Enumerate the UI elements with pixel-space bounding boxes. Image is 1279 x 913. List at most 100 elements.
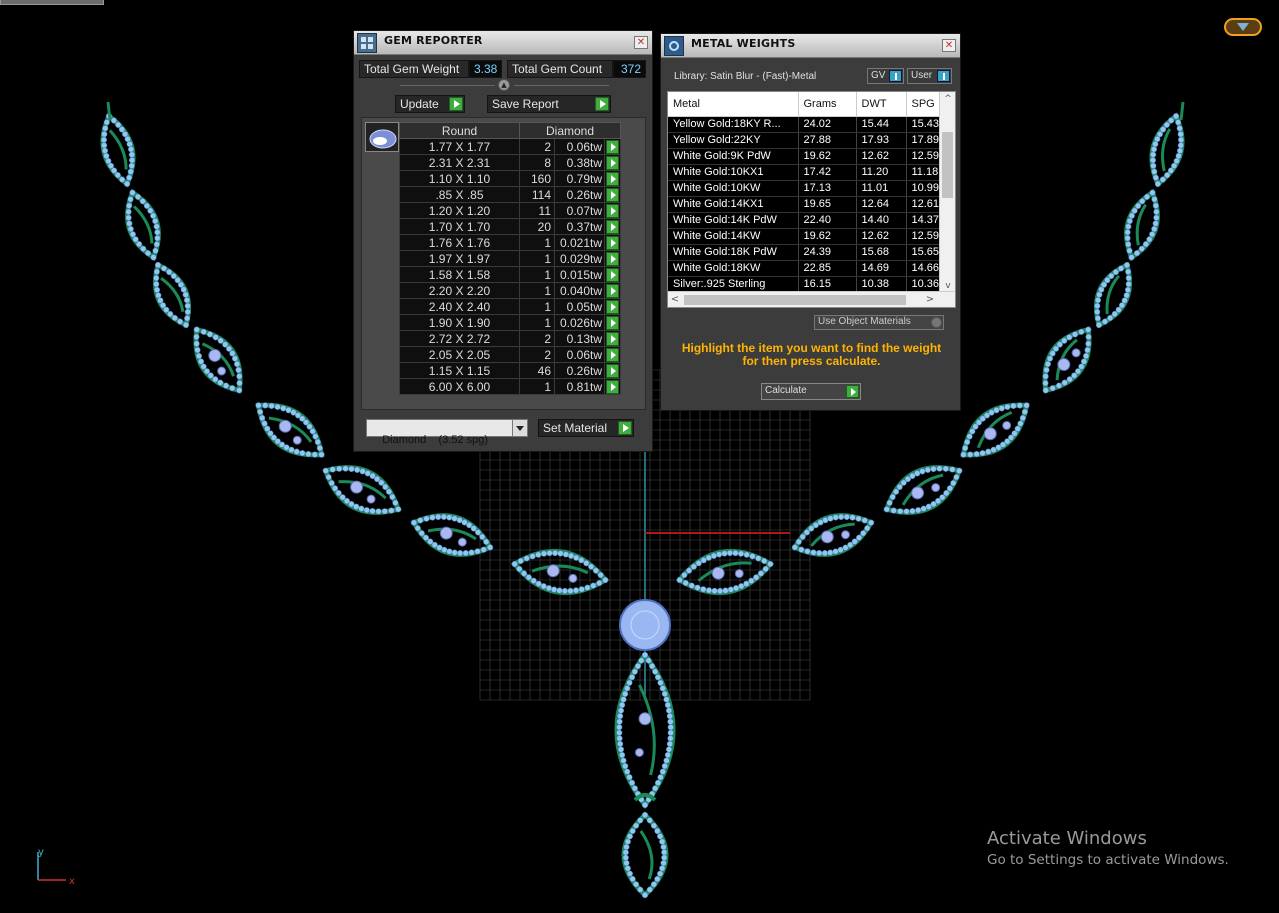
metal-grams: 24.02: [798, 116, 857, 133]
metal-name: White Gold:14KX1: [668, 196, 799, 213]
gem-row[interactable]: 2.72 X 2.72 2 0.13tw: [399, 330, 621, 347]
necklace-link: [675, 549, 775, 595]
top-left-tab[interactable]: [0, 0, 104, 5]
gem-row[interactable]: 1.97 X 1.97 1 0.029tw: [399, 250, 621, 267]
user-toggle[interactable]: User: [907, 68, 952, 84]
chevron-down-icon[interactable]: [512, 420, 527, 436]
total-gem-weight-row: Total Gem Weight 3.38: [359, 60, 502, 78]
column-header-spg[interactable]: SPG: [906, 92, 941, 117]
scroll-right-icon[interactable]: >: [923, 292, 937, 307]
round-gem-thumbnail-icon[interactable]: [365, 122, 399, 152]
metal-dwt: 12.62: [856, 148, 907, 165]
metal-weights-titlebar[interactable]: METAL WEIGHTS ✕: [661, 34, 960, 58]
update-button[interactable]: Update: [395, 95, 465, 113]
metal-row[interactable]: White Gold:14K PdW 22.40 14.40 14.37: [668, 212, 941, 229]
scrollbar-thumb[interactable]: [684, 295, 906, 305]
gem-row[interactable]: 1.70 X 1.70 20 0.37tw: [399, 218, 621, 235]
column-header-metal[interactable]: Metal: [668, 92, 799, 117]
scrollbar-thumb[interactable]: [942, 132, 953, 198]
gem-count: 2: [519, 330, 555, 347]
gv-toggle[interactable]: GV: [867, 68, 904, 84]
collapse-toggle-icon[interactable]: ▲: [498, 79, 510, 91]
scroll-left-icon[interactable]: <: [668, 292, 682, 307]
metal-spg: 10.99: [906, 180, 941, 197]
gem-count: 114: [519, 186, 555, 203]
material-select[interactable]: Diamond (3.52 spg): [366, 419, 528, 446]
gem-reporter-app-icon: [357, 33, 377, 53]
select-row-button[interactable]: [604, 218, 621, 235]
gem-row[interactable]: 1.15 X 1.15 46 0.26tw: [399, 362, 621, 379]
gem-size: 1.70 X 1.70: [399, 218, 520, 235]
gem-row[interactable]: .85 X .85 114 0.26tw: [399, 186, 621, 203]
metal-name: White Gold:18K PdW: [668, 244, 799, 261]
metal-row[interactable]: White Gold:9K PdW 19.62 12.62 12.59: [668, 148, 941, 165]
gem-weight: 0.26tw: [554, 362, 605, 379]
necklace-link: [1149, 112, 1185, 188]
select-row-button[interactable]: [604, 154, 621, 171]
select-row-button[interactable]: [604, 186, 621, 203]
select-row-button[interactable]: [604, 250, 621, 267]
metal-list[interactable]: Metal Grams DWT SPG Yellow Gold:18KY R..…: [667, 91, 956, 308]
select-row-button[interactable]: [604, 346, 621, 363]
metal-row[interactable]: White Gold:14KX1 19.65 12.64 12.61: [668, 196, 941, 213]
vertical-scrollbar[interactable]: ^ v: [939, 92, 955, 293]
gem-row[interactable]: 1.10 X 1.10 160 0.79tw: [399, 170, 621, 187]
select-row-button[interactable]: [604, 234, 621, 251]
select-row-button[interactable]: [604, 282, 621, 299]
gem-row[interactable]: 1.20 X 1.20 11 0.07tw: [399, 202, 621, 219]
necklace-link: [125, 188, 161, 262]
use-object-materials-toggle[interactable]: Use Object Materials: [814, 315, 944, 330]
column-header-grams[interactable]: Grams: [798, 92, 857, 117]
metal-row[interactable]: White Gold:14KW 19.62 12.62 12.59: [668, 228, 941, 245]
close-icon[interactable]: ✕: [634, 36, 648, 49]
metal-row[interactable]: White Gold:10KX1 17.42 11.20 11.18: [668, 164, 941, 181]
metal-spg: 12.59: [906, 148, 941, 165]
gem-row[interactable]: 6.00 X 6.00 1 0.81tw: [399, 378, 621, 395]
gem-row[interactable]: 1.77 X 1.77 2 0.06tw: [399, 138, 621, 155]
metal-grams: 17.13: [798, 180, 857, 197]
gem-reporter-titlebar[interactable]: GEM REPORTER ✕: [354, 31, 652, 55]
gem-weight: 0.79tw: [554, 170, 605, 187]
select-row-button[interactable]: [604, 314, 621, 331]
select-row-button[interactable]: [604, 330, 621, 347]
necklace-link: [1124, 188, 1160, 262]
calculate-button[interactable]: Calculate: [761, 383, 861, 400]
close-icon[interactable]: ✕: [942, 39, 956, 52]
select-row-button[interactable]: [604, 138, 621, 155]
select-row-button[interactable]: [604, 362, 621, 379]
necklace-link: [1093, 261, 1133, 329]
app-logo-icon[interactable]: [1224, 18, 1262, 36]
horizontal-scrollbar[interactable]: < >: [668, 291, 955, 307]
gem-row[interactable]: 2.31 X 2.31 8 0.38tw: [399, 154, 621, 171]
save-report-button[interactable]: Save Report: [487, 95, 611, 113]
gem-weight: 0.81tw: [554, 378, 605, 395]
metal-row[interactable]: White Gold:18KW 22.85 14.69 14.66: [668, 260, 941, 277]
gem-row[interactable]: 2.20 X 2.20 1 0.040tw: [399, 282, 621, 299]
metal-row[interactable]: White Gold:10KW 17.13 11.01 10.99: [668, 180, 941, 197]
column-header-dwt[interactable]: DWT: [856, 92, 907, 117]
watermark-title: Activate Windows: [987, 828, 1147, 849]
select-row-button[interactable]: [604, 266, 621, 283]
scroll-up-icon[interactable]: ^: [940, 92, 955, 106]
gem-row[interactable]: 2.40 X 2.40 1 0.05tw: [399, 298, 621, 315]
gem-size: 1.76 X 1.76: [399, 234, 520, 251]
gem-row[interactable]: 1.58 X 1.58 1 0.015tw: [399, 266, 621, 283]
select-row-button[interactable]: [604, 170, 621, 187]
select-row-button[interactable]: [604, 298, 621, 315]
gem-size: 1.20 X 1.20: [399, 202, 520, 219]
gem-size: 1.58 X 1.58: [399, 266, 520, 283]
metal-spg: 15.43: [906, 116, 941, 133]
metal-row[interactable]: White Gold:18K PdW 24.39 15.68 15.65: [668, 244, 941, 261]
gem-row[interactable]: 1.76 X 1.76 1 0.021tw: [399, 234, 621, 251]
gem-row[interactable]: 2.05 X 2.05 2 0.06tw: [399, 346, 621, 363]
set-material-button[interactable]: Set Material: [538, 419, 634, 437]
gem-count: 1: [519, 250, 555, 267]
necklace-link: [152, 261, 192, 329]
metal-row[interactable]: Silver:.925 Sterling 16.15 10.38 10.36: [668, 276, 941, 293]
select-row-button[interactable]: [604, 202, 621, 219]
gem-weight: 0.26tw: [554, 186, 605, 203]
metal-row[interactable]: Yellow Gold:22KY 27.88 17.93 17.89: [668, 132, 941, 149]
gem-row[interactable]: 1.90 X 1.90 1 0.026tw: [399, 314, 621, 331]
select-row-button[interactable]: [604, 378, 621, 395]
metal-row[interactable]: Yellow Gold:18KY R... 24.02 15.44 15.43: [668, 116, 941, 133]
